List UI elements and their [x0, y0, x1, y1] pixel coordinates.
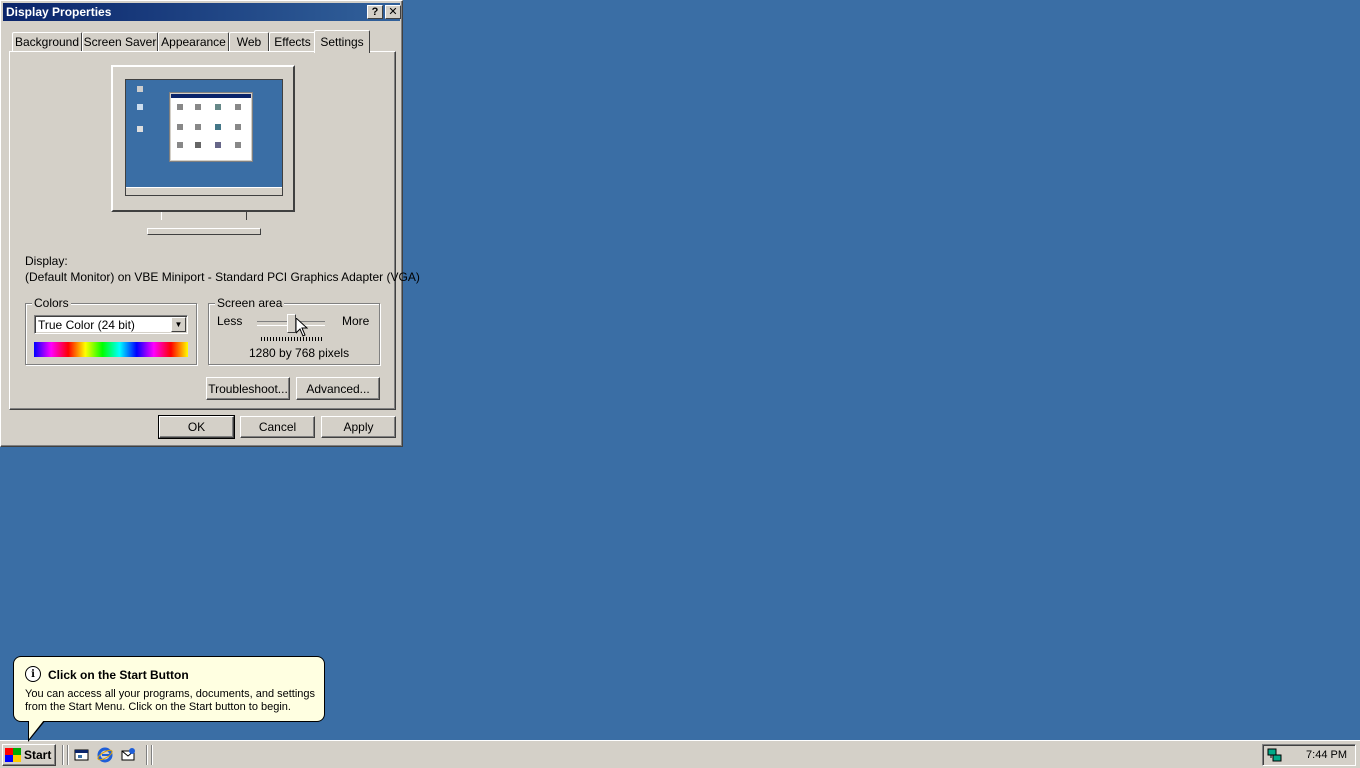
balloon-text: You can access all your programs, docume…: [25, 688, 316, 713]
title-bar[interactable]: Display Properties ? ✕: [3, 3, 401, 21]
taskbar-separator: [151, 745, 153, 765]
monitor-neck: [161, 212, 247, 220]
preview-desktop-icon: [137, 104, 143, 110]
display-properties-window: Display Properties ? ✕ Background Screen…: [0, 0, 420, 447]
ok-button[interactable]: OK: [158, 415, 235, 439]
network-icon[interactable]: [1267, 747, 1283, 763]
slider-less-label: Less: [217, 314, 243, 328]
system-tray: 7:44 PM: [1262, 744, 1356, 766]
chevron-down-icon[interactable]: ▼: [171, 317, 186, 332]
preview-taskbar: [126, 187, 282, 195]
slider-more-label: More: [342, 314, 370, 328]
resolution-text: 1280 by 768 pixels: [249, 346, 350, 360]
colors-group-label: Colors: [32, 296, 71, 310]
preview-window: [170, 93, 252, 161]
display-adapter-text: (Default Monitor) on VBE Miniport - Stan…: [25, 270, 420, 284]
start-button[interactable]: Start: [2, 744, 56, 766]
cancel-button[interactable]: Cancel: [240, 416, 315, 438]
mouse-cursor-icon: [296, 318, 308, 337]
apply-button[interactable]: Apply: [321, 416, 396, 438]
balloon-title: Click on the Start Button: [48, 668, 189, 682]
tab-background[interactable]: Background: [12, 32, 82, 51]
tab-effects[interactable]: Effects: [269, 32, 316, 51]
tab-screen-saver[interactable]: Screen Saver: [82, 32, 158, 51]
tab-settings[interactable]: Settings: [314, 30, 370, 53]
preview-desktop-icon: [137, 86, 143, 92]
outlook-express-icon[interactable]: [120, 747, 136, 763]
monitor-base: [147, 228, 261, 235]
advanced-button[interactable]: Advanced...: [296, 377, 380, 400]
start-label: Start: [24, 748, 52, 762]
help-button[interactable]: ?: [367, 5, 383, 19]
preview-desktop-icon: [137, 126, 143, 132]
monitor-preview: [111, 65, 295, 212]
info-icon: i: [25, 666, 41, 682]
balloon-tail-fill: [29, 720, 44, 739]
windows-logo-icon: [5, 748, 21, 762]
tab-appearance[interactable]: Appearance: [158, 32, 229, 51]
internet-explorer-icon[interactable]: [97, 747, 113, 763]
start-button-balloon-tip[interactable]: i Click on the Start Button You can acce…: [13, 656, 325, 722]
clock[interactable]: 7:44 PM: [1306, 749, 1347, 761]
window-title: Display Properties: [6, 5, 112, 19]
taskbar-separator: [67, 745, 69, 765]
troubleshoot-button[interactable]: Troubleshoot...: [206, 377, 290, 400]
close-button[interactable]: ✕: [385, 5, 401, 19]
taskbar: Start 7:44 PM: [0, 740, 1360, 768]
slider-ticks: [261, 337, 323, 341]
monitor-preview-screen: [125, 79, 283, 196]
tab-web[interactable]: Web: [229, 32, 269, 51]
display-label: Display:: [25, 254, 68, 268]
screen-area-slider-thumb[interactable]: [287, 314, 296, 333]
colors-dropdown-value: True Color (24 bit): [38, 318, 135, 332]
screen-area-group-label: Screen area: [215, 296, 285, 310]
colors-dropdown[interactable]: True Color (24 bit) ▼: [34, 315, 188, 334]
color-spectrum-bar: [34, 342, 188, 357]
taskbar-separator: [146, 745, 148, 765]
taskbar-separator: [62, 745, 64, 765]
show-desktop-icon[interactable]: [73, 747, 89, 763]
